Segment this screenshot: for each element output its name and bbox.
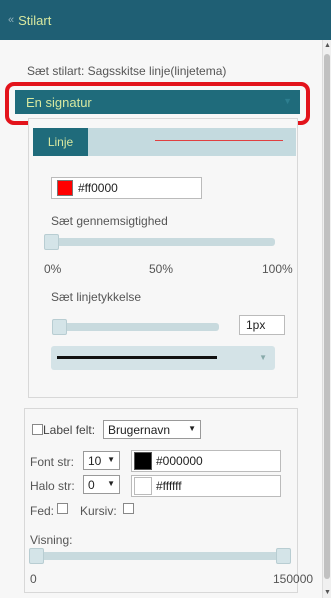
label-field-checkbox[interactable]	[32, 424, 43, 435]
chevron-down-icon: ▼	[107, 479, 115, 488]
tab-linje[interactable]: Linje	[33, 128, 88, 156]
chevron-down-icon: ▼	[188, 424, 196, 433]
thickness-label: Sæt linjetykkelse	[51, 290, 142, 304]
line-color-field[interactable]: #ff0000	[51, 177, 202, 199]
opacity-label: Sæt gennemsigtighed	[51, 214, 168, 228]
visibility-min-handle[interactable]	[29, 548, 44, 564]
visibility-max-value: 150000	[273, 572, 314, 586]
opacity-slider[interactable]	[51, 238, 275, 246]
label-field-select[interactable]: Brugernavn ▼	[103, 420, 201, 439]
bold-label: Fed:	[30, 504, 55, 518]
opacity-tick-max: 100%	[262, 262, 293, 276]
panel-title: Stilart	[18, 12, 52, 28]
font-size-select[interactable]: 10 ▼	[83, 451, 120, 470]
halo-color-swatch[interactable]	[134, 477, 152, 495]
thickness-slider-handle[interactable]	[52, 319, 67, 335]
visibility-range-slider[interactable]	[36, 552, 290, 560]
visibility-min-value: 0	[30, 572, 37, 586]
font-color-hex: #000000	[156, 454, 203, 468]
label-field-value: Brugernavn	[108, 422, 171, 437]
solid-line-icon	[57, 356, 217, 359]
title-bar: « Stilart	[0, 0, 331, 40]
italic-label: Kursiv:	[80, 504, 117, 518]
halo-size-select[interactable]: 0 ▼	[83, 475, 120, 494]
line-style-select[interactable]: ▼	[51, 346, 275, 370]
halo-color-hex: #ffffff	[156, 479, 182, 493]
visibility-max-handle[interactable]	[276, 548, 291, 564]
scrollbar[interactable]: ▲ ▼	[322, 40, 331, 598]
visibility-label: Visning:	[30, 533, 73, 547]
italic-checkbox[interactable]	[123, 503, 134, 514]
thickness-input[interactable]: 1px	[239, 315, 285, 335]
opacity-tick-min: 0%	[44, 262, 62, 276]
font-size-value: 10	[88, 453, 102, 468]
label-field-label: Label felt:	[43, 423, 96, 437]
chevron-down-icon: ▼	[107, 455, 115, 464]
font-size-label: Font str:	[30, 455, 75, 469]
scroll-thumb[interactable]	[324, 54, 330, 579]
line-preview	[155, 140, 283, 141]
halo-color-field[interactable]: #ffffff	[131, 475, 281, 497]
halo-size-value: 0	[88, 477, 95, 492]
back-icon[interactable]: «	[8, 14, 14, 26]
font-color-swatch[interactable]	[134, 452, 152, 470]
opacity-tick-mid: 50%	[149, 262, 174, 276]
scroll-down-icon[interactable]: ▼	[324, 589, 331, 596]
halo-size-label: Halo str:	[30, 479, 75, 493]
stilart-label: Sæt stilart: Sagsskitse linje(linjetema)	[27, 64, 227, 78]
chevron-down-icon: ▼	[259, 353, 267, 362]
line-color-hex: #ff0000	[78, 181, 118, 195]
opacity-slider-handle[interactable]	[44, 234, 59, 250]
scroll-up-icon[interactable]: ▲	[324, 42, 331, 49]
line-color-swatch[interactable]	[57, 180, 73, 196]
bold-checkbox[interactable]	[57, 503, 68, 514]
font-color-field[interactable]: #000000	[131, 450, 281, 472]
thickness-slider[interactable]	[57, 323, 219, 331]
